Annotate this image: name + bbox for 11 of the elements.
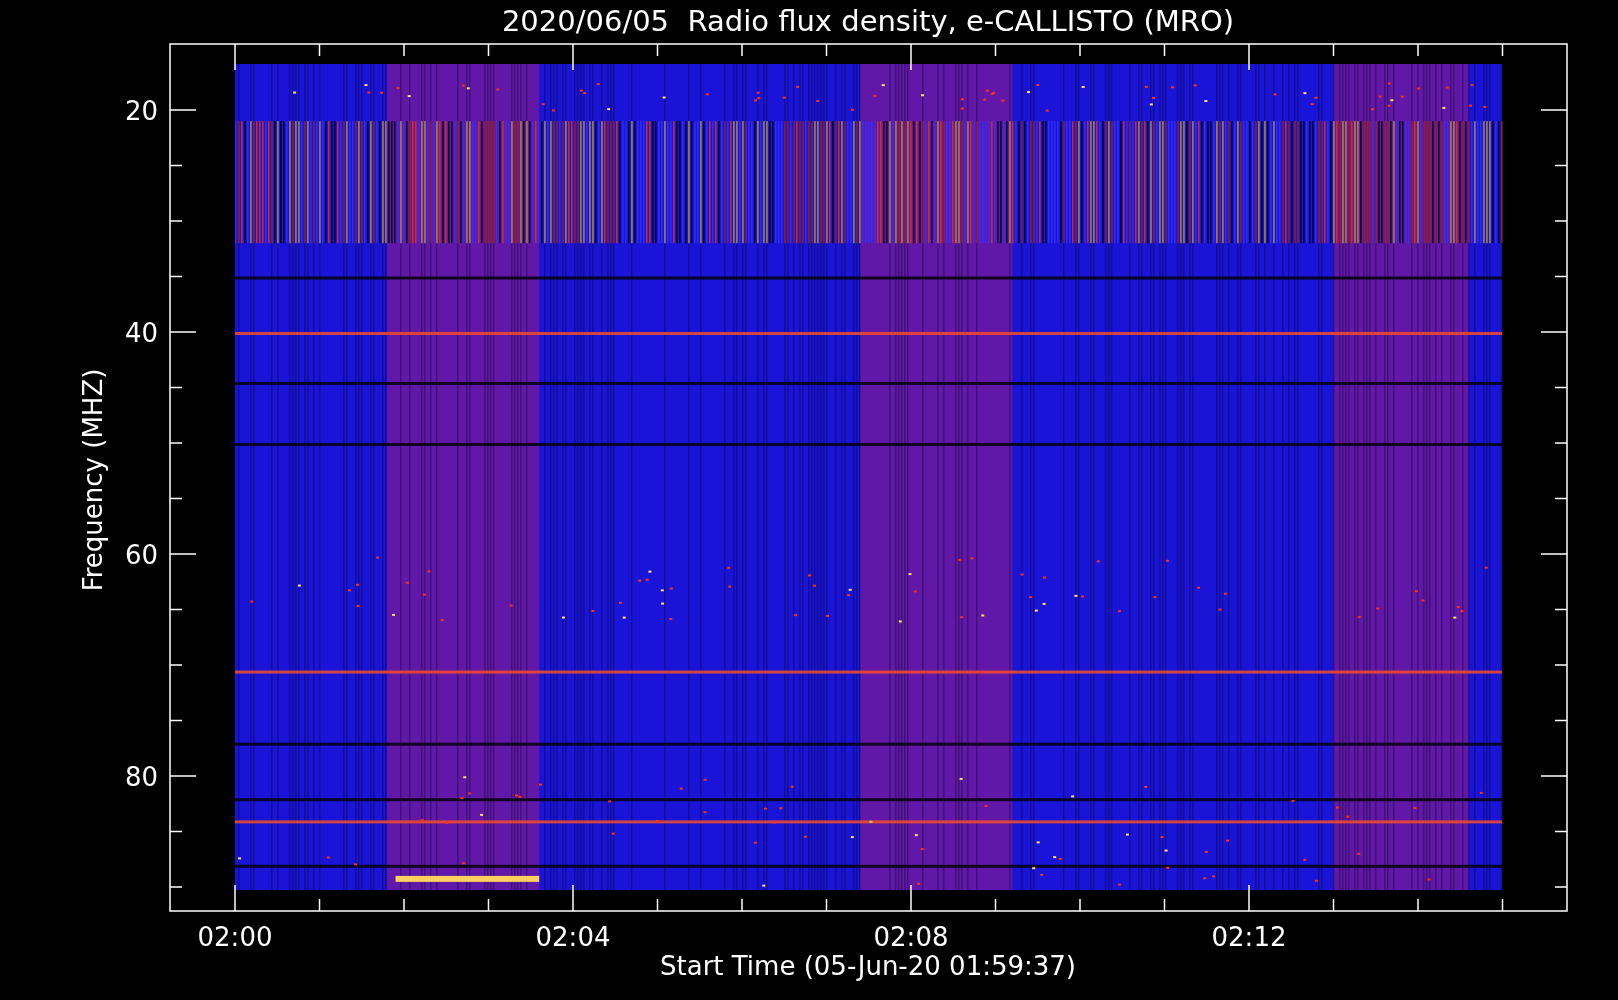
x-tick-label: 02:08 bbox=[873, 922, 949, 952]
y-axis-label: Frequency (MHZ) bbox=[78, 368, 108, 592]
chart-title: 2020/06/05 Radio flux density, e-CALLISTO (MRO) bbox=[501, 4, 1235, 38]
y-tick-label: 60 bbox=[124, 540, 158, 570]
x-tick-label: 02:04 bbox=[535, 922, 611, 952]
y-tick-label: 80 bbox=[124, 762, 158, 792]
x-tick-label: 02:00 bbox=[197, 922, 273, 952]
y-tick-label: 40 bbox=[124, 318, 158, 348]
y-tick-label: 20 bbox=[124, 96, 158, 126]
x-axis-label: Start Time (05-Jun-20 01:59:37) bbox=[660, 951, 1076, 981]
x-tick-label: 02:12 bbox=[1211, 922, 1287, 952]
